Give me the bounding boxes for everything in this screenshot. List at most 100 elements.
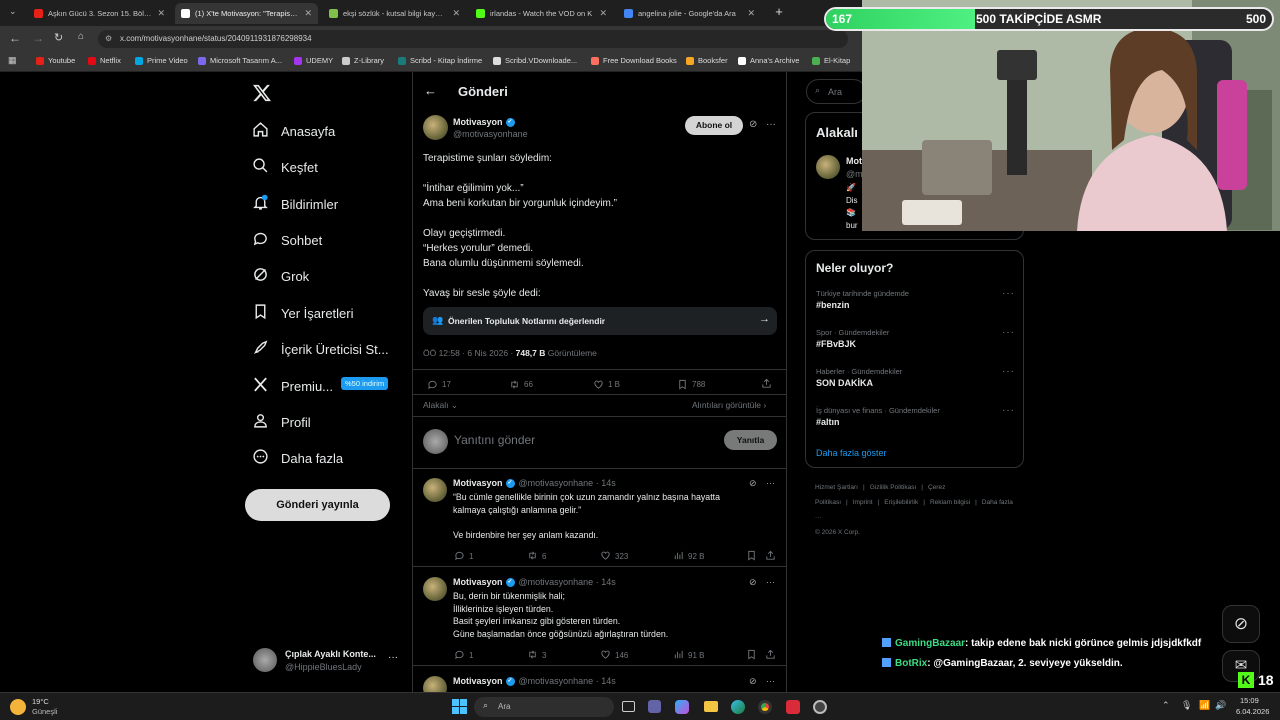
back-arrow-icon[interactable]: ←: [424, 83, 437, 98]
browser-tab[interactable]: ekşi sözlük - kutsal bilgi kaynağı ✕: [323, 3, 466, 24]
post-button[interactable]: Gönderi yayınla: [245, 489, 390, 521]
nav-item-bookmark[interactable]: Yer İşaretleri: [252, 303, 354, 323]
nav-item-bell[interactable]: Bildirimler: [252, 194, 338, 214]
bookmark-item[interactable]: Anna's Archive: [738, 56, 799, 65]
tray-chevron-icon[interactable]: ⌃: [1162, 700, 1170, 711]
trend-more-icon[interactable]: ···: [1002, 405, 1015, 416]
wifi-icon[interactable]: 📶: [1199, 700, 1210, 711]
author-handle[interactable]: @motivasyonhane: [453, 129, 528, 139]
repost-action[interactable]: 66: [509, 379, 533, 390]
reply-author-name[interactable]: Motivasyon ✓ @motivasyonhane · 14s: [453, 577, 616, 587]
share-action[interactable]: [765, 550, 780, 561]
share-action[interactable]: [761, 378, 776, 389]
reply-action[interactable]: 17: [427, 379, 451, 390]
site-info-icon[interactable]: ⚙: [105, 30, 112, 48]
footer-link[interactable]: Hizmet Şartları: [815, 484, 858, 491]
tab-close-icon[interactable]: ✕: [741, 8, 755, 19]
reload-icon[interactable]: ↻: [54, 31, 63, 44]
bookmark-item[interactable]: Scribd.VDownloade...: [493, 56, 577, 65]
nav-item-rocket[interactable]: İçerik Üreticisi St...: [252, 339, 389, 359]
nav-item-profile[interactable]: Profil: [252, 412, 311, 432]
bookmark-item[interactable]: Netflix: [88, 56, 121, 65]
browser-tab[interactable]: (1) X'te Motivasyon: "Terapistim ✕: [175, 3, 318, 24]
grok-icon[interactable]: ⊘: [749, 119, 757, 130]
reply-avatar[interactable]: [423, 577, 447, 601]
like-action[interactable]: 1 B: [593, 379, 620, 390]
account-more-icon[interactable]: ···: [388, 652, 398, 663]
teams-icon[interactable]: [648, 700, 661, 713]
taskbar-search[interactable]: ⌕ Ara: [474, 697, 614, 717]
grok-floating-button[interactable]: ⊘: [1222, 605, 1260, 643]
footer-link[interactable]: Erişilebilirlik: [884, 499, 918, 506]
tab-close-icon[interactable]: ✕: [593, 8, 607, 19]
subscribe-button[interactable]: Abone ol: [685, 116, 743, 135]
microphone-icon[interactable]: 🎙: [1181, 700, 1192, 711]
heart-action[interactable]: 146: [600, 649, 628, 662]
volume-icon[interactable]: 🔊: [1215, 700, 1226, 711]
nav-item-chat[interactable]: Sohbet: [252, 230, 322, 250]
account-switcher[interactable]: Çıplak Ayaklı Konte... @HippieBluesLady …: [253, 648, 403, 676]
bookmark-item[interactable]: Z-Library: [342, 56, 384, 65]
url-field[interactable]: ⚙ x.com/motivasyonhane/status/2040911931…: [98, 30, 848, 48]
repost-action[interactable]: 3: [527, 649, 546, 662]
nav-item-search[interactable]: Keşfet: [252, 157, 318, 177]
heart-action[interactable]: 323: [600, 550, 628, 563]
reply-author-name[interactable]: Motivasyon ✓ @motivasyonhane · 14s: [453, 676, 616, 686]
author-avatar[interactable]: [423, 115, 448, 140]
bookmark-item[interactable]: Scribd - Kitap İndirme: [398, 56, 482, 65]
windows-start-icon[interactable]: [452, 699, 467, 714]
reply-input[interactable]: Yanıtını gönder: [454, 433, 714, 447]
apps-grid-icon[interactable]: ▦: [8, 55, 17, 66]
bookmark-item[interactable]: Prime Video: [135, 56, 188, 65]
browser-tab[interactable]: irlandas - Watch the VOD on K ✕: [470, 3, 613, 24]
grok-icon[interactable]: ⊘: [749, 577, 757, 588]
relevance-dropdown[interactable]: Alakalı ⌄: [423, 400, 458, 411]
bookmark-action[interactable]: [746, 649, 761, 660]
bookmark-item[interactable]: Youtube: [36, 56, 75, 65]
community-notes-banner[interactable]: 👥 Önerilen Topluluk Notlarını değerlendi…: [423, 307, 777, 335]
browser-tab[interactable]: Aşkın Gücü 3. Sezon 15. Bölüm ✕: [28, 3, 171, 24]
bookmark-item[interactable]: UDEMY: [294, 56, 333, 65]
obs-icon[interactable]: [813, 700, 827, 714]
clock-date[interactable]: 6.04.2026: [1236, 707, 1269, 716]
reply-author-name[interactable]: Motivasyon ✓ @motivasyonhane · 14s: [453, 478, 616, 488]
footer-link[interactable]: Imprint: [853, 499, 873, 506]
more-icon[interactable]: ···: [766, 577, 775, 587]
browser-tab[interactable]: angelina jolie - Google'da Ara ✕: [618, 3, 761, 24]
bookmark-item[interactable]: Free Download Books: [591, 56, 677, 65]
task-view-icon[interactable]: [622, 701, 635, 712]
tab-close-icon[interactable]: ✕: [446, 8, 460, 19]
reply-button[interactable]: Yanıtla: [724, 430, 777, 450]
file-explorer-icon[interactable]: [704, 701, 718, 712]
nav-item-grok[interactable]: Grok: [252, 266, 309, 286]
bookmark-item[interactable]: Booksfer: [686, 56, 728, 65]
chat-username[interactable]: GamingBazaar: [895, 638, 965, 649]
nav-item-more-circle[interactable]: Daha fazla: [252, 448, 343, 468]
grok-icon[interactable]: ⊘: [749, 676, 757, 687]
weather-icon[interactable]: [10, 699, 26, 715]
trend-more-icon[interactable]: ···: [1002, 288, 1015, 299]
relevant-avatar[interactable]: [816, 155, 840, 179]
forward-icon[interactable]: →: [32, 31, 44, 45]
repost-action[interactable]: 6: [527, 550, 546, 563]
x-logo[interactable]: [252, 83, 272, 103]
chat-username[interactable]: BotRix: [895, 658, 927, 669]
more-icon[interactable]: ···: [766, 119, 776, 130]
reply-action[interactable]: 1: [454, 550, 473, 563]
new-tab-button[interactable]: +: [772, 4, 786, 20]
search-box[interactable]: ⌕ Ara: [806, 79, 866, 104]
analytics-action[interactable]: 91 B: [673, 649, 704, 662]
grok-icon[interactable]: ⊘: [749, 478, 757, 489]
more-icon[interactable]: ···: [766, 478, 775, 488]
tab-close-icon[interactable]: ✕: [151, 8, 165, 19]
nav-item-home[interactable]: Anasayfa: [252, 121, 335, 141]
relevant-name[interactable]: Mot: [846, 156, 862, 166]
post-timestamp[interactable]: ÖÖ 12:58 · 6 Nis 2026 ·: [423, 348, 516, 358]
bookmark-item[interactable]: El-Kitap: [812, 56, 850, 65]
clock-time[interactable]: 15:09: [1240, 696, 1259, 705]
home-icon[interactable]: ⌂: [78, 31, 84, 42]
tab-close-icon[interactable]: ✕: [298, 8, 312, 19]
analytics-action[interactable]: 92 B: [673, 550, 704, 563]
footer-link[interactable]: Gizlilik Politikası: [870, 484, 917, 491]
author-name[interactable]: Motivasyon ✓: [453, 117, 515, 127]
